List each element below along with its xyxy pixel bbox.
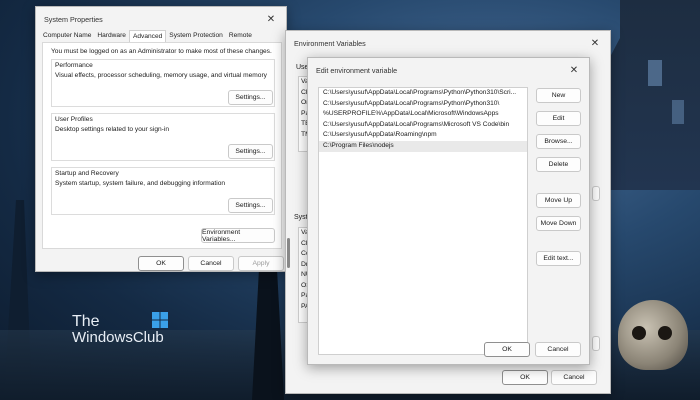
ok-button[interactable]: OK (502, 370, 548, 385)
path-entry[interactable]: C:\Users\yusuf\AppData\Local\Programs\Py… (319, 88, 527, 99)
watermark-line1: The (72, 313, 100, 330)
path-entry[interactable]: C:\Users\yusuf\AppData\Local\Programs\Mi… (319, 120, 527, 131)
ok-button[interactable]: OK (484, 342, 530, 357)
scrollbar[interactable] (287, 238, 290, 268)
tab-remote[interactable]: Remote (226, 30, 255, 42)
new-button[interactable]: New (536, 88, 581, 103)
user-side-button-edge (592, 186, 600, 201)
background-house-window (648, 60, 662, 86)
path-entry[interactable]: C:\Users\yusuf\AppData\Local\Programs\Py… (319, 99, 527, 110)
performance-settings-button[interactable]: Settings... (228, 90, 273, 105)
close-icon[interactable]: ✕ (567, 63, 581, 77)
titlebar: System Properties ✕ (36, 7, 286, 31)
background-house (600, 0, 700, 190)
path-entry-selected[interactable]: C:\Program Files\nodejs (319, 140, 527, 152)
performance-description: Visual effects, processor scheduling, me… (55, 72, 267, 79)
apply-button[interactable]: Apply (238, 256, 284, 271)
edit-button[interactable]: Edit (536, 111, 581, 126)
browse-button[interactable]: Browse... (536, 134, 581, 149)
tab-strip: Computer Name Hardware Advanced System P… (40, 30, 255, 42)
ok-button[interactable]: OK (138, 256, 184, 271)
tab-computer-name[interactable]: Computer Name (40, 30, 94, 42)
user-profiles-description: Desktop settings related to your sign-in (55, 126, 169, 133)
delete-button[interactable]: Delete (536, 157, 581, 172)
edit-text-button[interactable]: Edit text... (536, 251, 581, 266)
close-icon[interactable]: ✕ (264, 12, 278, 26)
path-entry[interactable]: %USERPROFILE%\AppData\Local\Microsoft\Wi… (319, 109, 527, 120)
admin-note: You must be logged on as an Administrato… (51, 48, 272, 55)
tab-system-protection[interactable]: System Protection (166, 30, 226, 42)
startup-recovery-title: Startup and Recovery (55, 170, 119, 177)
titlebar: Edit environment variable ✕ (308, 58, 589, 82)
performance-group: Performance Visual effects, processor sc… (51, 59, 275, 107)
watermark: The WindowsClub (72, 314, 164, 346)
edit-environment-variable-window: Edit environment variable ✕ C:\Users\yus… (307, 57, 590, 365)
skull-eye (658, 326, 672, 340)
startup-recovery-description: System startup, system failure, and debu… (55, 180, 226, 187)
window-title: Edit environment variable (316, 65, 398, 75)
skull-eye (632, 326, 646, 340)
background-figure (252, 250, 284, 400)
path-list[interactable]: C:\Users\yusuf\AppData\Local\Programs\Py… (318, 87, 528, 355)
system-variables-label: Syst (294, 214, 308, 221)
background-house-window (672, 100, 684, 124)
windowsclub-logo-icon (152, 312, 168, 328)
titlebar: Environment Variables ✕ (286, 31, 610, 55)
background-skull (618, 300, 688, 370)
watermark-line2: WindowsClub (72, 329, 164, 346)
system-properties-window: System Properties ✕ Computer Name Hardwa… (35, 6, 287, 272)
move-up-button[interactable]: Move Up (536, 193, 581, 208)
path-entry[interactable]: C:\Users\yusuf\AppData\Roaming\npm (319, 130, 527, 141)
window-title: Environment Variables (294, 38, 366, 48)
window-title: System Properties (44, 14, 103, 24)
advanced-tab-panel: You must be logged on as an Administrato… (42, 42, 282, 249)
cancel-button[interactable]: Cancel (551, 370, 597, 385)
tab-hardware[interactable]: Hardware (94, 30, 129, 42)
user-profiles-group: User Profiles Desktop settings related t… (51, 113, 275, 161)
cancel-button[interactable]: Cancel (188, 256, 234, 271)
cancel-button[interactable]: Cancel (535, 342, 581, 357)
tab-advanced[interactable]: Advanced (128, 30, 167, 42)
user-profiles-settings-button[interactable]: Settings... (228, 144, 273, 159)
environment-variables-button[interactable]: Environment Variables... (201, 228, 275, 243)
close-icon[interactable]: ✕ (588, 36, 602, 50)
startup-recovery-settings-button[interactable]: Settings... (228, 198, 273, 213)
startup-recovery-group: Startup and Recovery System startup, sys… (51, 167, 275, 215)
performance-title: Performance (55, 62, 93, 69)
move-down-button[interactable]: Move Down (536, 216, 581, 231)
system-side-button-edge (592, 336, 600, 351)
user-profiles-title: User Profiles (55, 116, 93, 123)
